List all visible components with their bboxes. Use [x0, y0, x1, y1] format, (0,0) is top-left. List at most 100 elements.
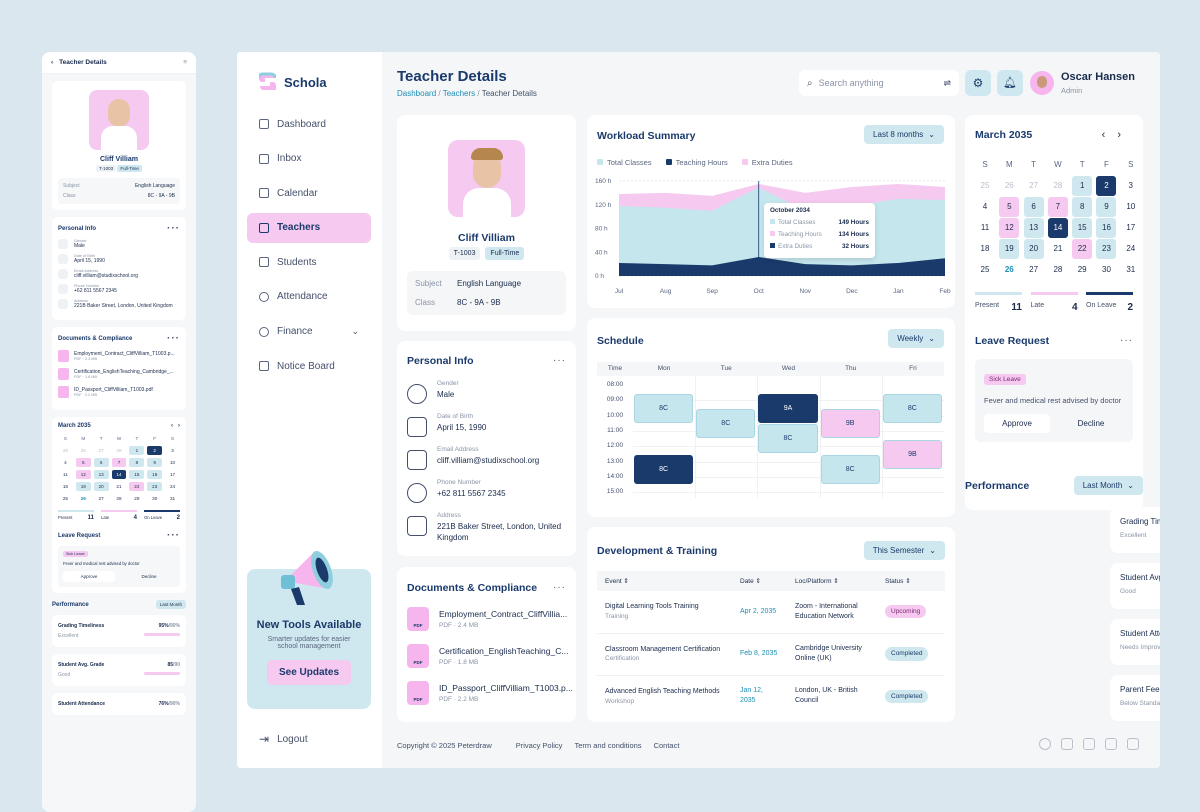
- sidebar-item-notice-board[interactable]: Notice Board: [247, 351, 371, 381]
- calendar-day[interactable]: 27: [1024, 176, 1044, 196]
- settings-button[interactable]: ⚙: [965, 70, 991, 96]
- instagram-icon[interactable]: [1083, 738, 1095, 750]
- mobile-decline-button[interactable]: Decline: [123, 571, 175, 582]
- calendar-day[interactable]: 25: [975, 260, 995, 280]
- calendar-day[interactable]: 29: [1072, 260, 1092, 280]
- calendar-day[interactable]: 13: [93, 470, 109, 479]
- brand-logo[interactable]: Schola: [259, 72, 327, 92]
- table-row[interactable]: Classroom Management Certification Certif…: [597, 633, 945, 676]
- avatar[interactable]: [1030, 71, 1054, 95]
- facebook-icon[interactable]: [1039, 738, 1051, 750]
- calendar-day[interactable]: 1: [129, 446, 145, 455]
- calendar-day[interactable]: 8: [1072, 197, 1093, 217]
- calendar-day[interactable]: 2: [1096, 176, 1117, 196]
- class-block[interactable]: 9B: [882, 439, 942, 469]
- calendar-day[interactable]: 24: [165, 482, 180, 491]
- workload-filter-dropdown[interactable]: Last 8 months ⌄: [864, 125, 944, 144]
- schedule-filter-dropdown[interactable]: Weekly ⌄: [888, 329, 944, 348]
- calendar-day[interactable]: 21: [1048, 239, 1068, 259]
- calendar-day[interactable]: 22: [129, 482, 145, 491]
- calendar-day[interactable]: 1: [1072, 176, 1093, 196]
- calendar-day[interactable]: 27: [94, 494, 109, 503]
- column-header-status[interactable]: Status ⇕: [877, 571, 945, 591]
- calendar-day[interactable]: 25: [975, 176, 995, 196]
- calendar-day[interactable]: 24: [1121, 239, 1141, 259]
- calendar-day[interactable]: 3: [165, 446, 180, 455]
- column-header-location[interactable]: Loc/Platform ⇕: [787, 571, 877, 591]
- sidebar-item-inbox[interactable]: Inbox: [247, 144, 371, 174]
- chevron-left-icon[interactable]: ‹: [1102, 129, 1118, 141]
- calendar-day[interactable]: 27: [1024, 260, 1044, 280]
- mobile-cal-nav-icon[interactable]: ‹ ›: [171, 423, 180, 429]
- chevron-right-icon[interactable]: ›: [1117, 129, 1133, 141]
- sidebar-item-teachers[interactable]: Teachers: [247, 212, 371, 243]
- mobile-doc-item[interactable]: ID_Passport_CliffVilliam_T1003.pdf PDF · …: [58, 386, 180, 398]
- calendar-day[interactable]: 14: [1047, 218, 1068, 238]
- class-block[interactable]: 9A: [758, 393, 818, 423]
- calendar-day[interactable]: 15: [129, 470, 145, 479]
- calendar-day[interactable]: 25: [58, 494, 73, 503]
- calendar-day[interactable]: 22: [1072, 239, 1093, 259]
- mobile-doc-item[interactable]: Employment_Contract_CliffVilliam_T1003.p…: [58, 350, 180, 362]
- calendar-day[interactable]: 28: [112, 446, 127, 455]
- calendar-day[interactable]: 28: [1048, 260, 1068, 280]
- calendar-day[interactable]: 8: [129, 458, 145, 467]
- calendar-day[interactable]: 18: [975, 239, 995, 259]
- calendar-day[interactable]: 21: [112, 482, 127, 491]
- document-item[interactable]: PDF Employment_Contract_CliffVillia... PDF…: [407, 607, 567, 631]
- approve-button[interactable]: Approve: [984, 414, 1050, 434]
- more-icon[interactable]: ···: [553, 355, 566, 367]
- more-icon[interactable]: ···: [167, 530, 180, 541]
- sidebar-item-attendance[interactable]: Attendance: [247, 282, 371, 312]
- calendar-day[interactable]: 23: [147, 482, 163, 491]
- calendar-day[interactable]: 11: [58, 470, 73, 479]
- table-row[interactable]: Advanced English Teaching Methods Worksho…: [597, 675, 945, 717]
- calendar-day[interactable]: 16: [147, 470, 163, 479]
- sidebar-item-calendar[interactable]: Calendar: [247, 178, 371, 208]
- privacy-link[interactable]: Privacy Policy: [516, 741, 563, 750]
- back-icon[interactable]: ‹: [51, 59, 53, 66]
- calendar-day[interactable]: 9: [147, 458, 163, 467]
- class-block[interactable]: 8C: [696, 408, 756, 438]
- calendar-day[interactable]: 10: [165, 458, 180, 467]
- calendar-day[interactable]: 11: [975, 218, 995, 238]
- x-icon[interactable]: [1061, 738, 1073, 750]
- calendar-day[interactable]: 20: [1023, 239, 1044, 259]
- calendar-day[interactable]: 17: [1121, 218, 1141, 238]
- calendar-day[interactable]: 30: [147, 494, 162, 503]
- terms-link[interactable]: Term and conditions: [574, 741, 641, 750]
- calendar-day[interactable]: 19: [999, 239, 1020, 259]
- calendar-day[interactable]: 12: [999, 218, 1020, 238]
- calendar-day[interactable]: 29: [129, 494, 144, 503]
- calendar-day[interactable]: 23: [1096, 239, 1117, 259]
- calendar-day[interactable]: 7: [111, 458, 127, 467]
- calendar-day[interactable]: 9: [1096, 197, 1117, 217]
- calendar-day[interactable]: 4: [975, 197, 995, 217]
- breadcrumb-teachers[interactable]: Teachers: [443, 89, 475, 98]
- calendar-day[interactable]: 15: [1072, 218, 1093, 238]
- dev-filter-dropdown[interactable]: This Semester ⌄: [863, 541, 945, 560]
- calendar-day[interactable]: 6: [1023, 197, 1044, 217]
- sidebar-item-students[interactable]: Students: [247, 247, 371, 277]
- menu-icon[interactable]: ≡: [183, 59, 187, 66]
- calendar-day[interactable]: 31: [165, 494, 180, 503]
- calendar-day[interactable]: 16: [1096, 218, 1117, 238]
- calendar-day[interactable]: 28: [1048, 176, 1068, 196]
- performance-filter-dropdown[interactable]: Last Month ⌄: [1073, 476, 1143, 495]
- more-icon[interactable]: ···: [1120, 335, 1133, 347]
- calendar-day[interactable]: 2: [147, 446, 163, 455]
- filter-icon[interactable]: ⇌: [943, 78, 951, 89]
- calendar-day[interactable]: 6: [93, 458, 109, 467]
- mobile-performance-filter[interactable]: Last Month: [155, 600, 186, 609]
- class-block[interactable]: 8C: [634, 393, 694, 423]
- sidebar-item-dashboard[interactable]: Dashboard: [247, 109, 371, 139]
- column-header-date[interactable]: Date ⇕: [732, 571, 787, 591]
- notifications-button[interactable]: 🔔︎: [997, 70, 1023, 96]
- email-value[interactable]: cliff.villiam@studixschool.org: [437, 455, 539, 466]
- calendar-day[interactable]: 5: [75, 458, 91, 467]
- calendar-day[interactable]: 10: [1121, 197, 1141, 217]
- calendar-day[interactable]: 31: [1121, 260, 1141, 280]
- mobile-doc-item[interactable]: Certification_EnglishTeaching_Cambridge_…: [58, 368, 180, 380]
- calendar-day[interactable]: 13: [1023, 218, 1044, 238]
- linkedin-icon[interactable]: [1127, 738, 1139, 750]
